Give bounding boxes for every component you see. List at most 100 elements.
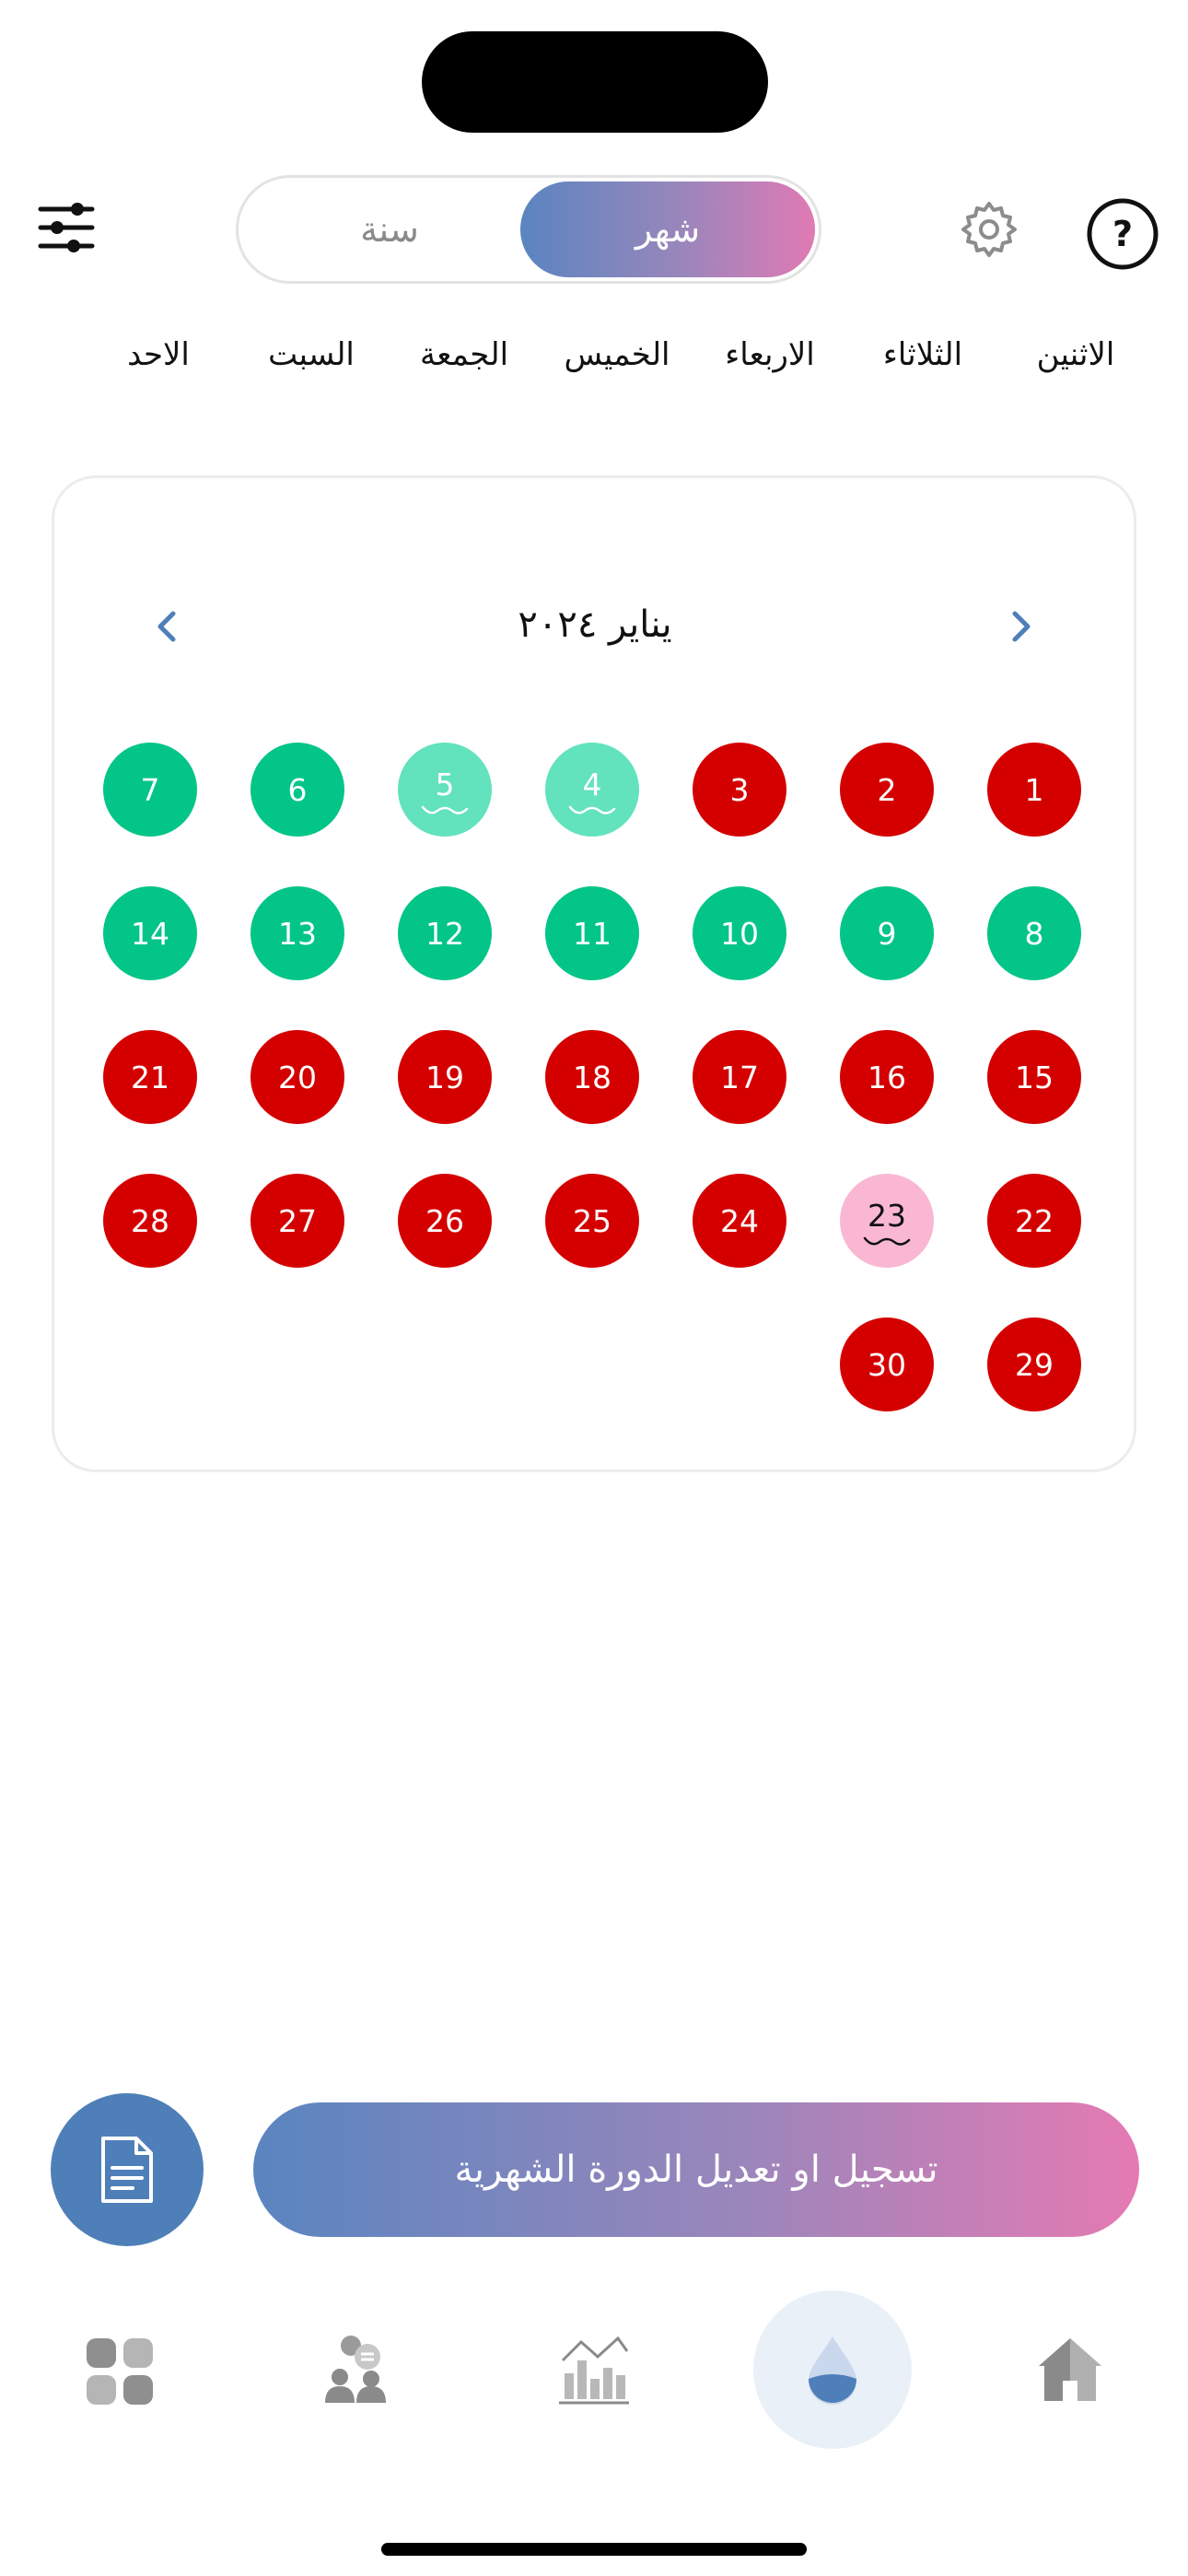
home-icon xyxy=(1039,2338,1101,2401)
calendar-day[interactable]: 17 xyxy=(693,1030,786,1124)
day-number: 13 xyxy=(278,915,317,952)
segment-year[interactable]: سنة xyxy=(242,181,537,277)
day-number: 23 xyxy=(868,1197,906,1234)
notes-button[interactable] xyxy=(51,2093,204,2246)
calendar-day[interactable]: 23 xyxy=(840,1174,934,1268)
calendar-day[interactable]: 6 xyxy=(250,743,344,837)
day-number: 27 xyxy=(278,1202,317,1239)
document-icon xyxy=(101,2137,153,2203)
day-number: 30 xyxy=(868,1346,906,1383)
day-number: 5 xyxy=(435,766,455,802)
day-number: 15 xyxy=(1015,1059,1054,1095)
period-toggle: سنة شهر xyxy=(236,175,821,284)
calendar-day[interactable]: 26 xyxy=(398,1174,492,1268)
calendar-day[interactable]: 28 xyxy=(103,1174,197,1268)
previous-month-button[interactable] xyxy=(140,599,195,654)
tab-statistics[interactable] xyxy=(555,2331,633,2408)
day-number: 25 xyxy=(573,1202,611,1239)
gear-icon xyxy=(961,202,1017,257)
calendar-day[interactable]: 30 xyxy=(840,1317,934,1411)
calendar-day[interactable]: 14 xyxy=(103,886,197,980)
day-number: 6 xyxy=(287,771,308,808)
weekday-label: الثلاثاء xyxy=(882,336,963,373)
tab-home[interactable] xyxy=(1031,2331,1109,2408)
home-indicator xyxy=(381,2543,807,2556)
question-circle-icon: ? xyxy=(1087,198,1159,270)
chevron-left-icon xyxy=(157,611,176,642)
calendar-day[interactable]: 5 xyxy=(398,743,492,837)
day-number: 24 xyxy=(720,1202,759,1239)
dynamic-island xyxy=(422,31,768,133)
day-number: 29 xyxy=(1015,1346,1054,1383)
weekday-label: الخميس xyxy=(564,336,670,373)
tab-cycle[interactable] xyxy=(753,2290,912,2449)
tab-community[interactable] xyxy=(318,2331,395,2408)
weekday-label: الجمعة xyxy=(419,336,509,373)
calendar-day[interactable]: 22 xyxy=(987,1174,1081,1268)
svg-text:?: ? xyxy=(1112,214,1133,254)
calendar-day[interactable]: 20 xyxy=(250,1030,344,1124)
calendar-day[interactable]: 3 xyxy=(693,743,786,837)
help-button[interactable]: ? xyxy=(1085,196,1160,272)
calendar-day[interactable]: 10 xyxy=(693,886,786,980)
calendar-day[interactable]: 4 xyxy=(545,743,639,837)
day-number: 11 xyxy=(573,915,611,952)
next-month-button[interactable] xyxy=(993,599,1048,654)
day-number: 3 xyxy=(729,771,750,808)
day-number: 16 xyxy=(868,1059,906,1095)
calendar-day[interactable]: 1 xyxy=(987,743,1081,837)
segment-month[interactable]: شهر xyxy=(520,181,815,277)
weekday-label: الاثنين xyxy=(1036,336,1115,373)
calendar-day[interactable]: 12 xyxy=(398,886,492,980)
month-title: يناير ٢٠٢٤ xyxy=(518,603,672,646)
filter-button[interactable] xyxy=(37,198,96,257)
calendar-day[interactable]: 24 xyxy=(693,1174,786,1268)
tab-more[interactable] xyxy=(81,2333,158,2410)
day-number: 14 xyxy=(131,915,169,952)
wave-icon xyxy=(863,1236,911,1246)
day-number: 28 xyxy=(131,1202,169,1239)
day-number: 19 xyxy=(425,1059,464,1095)
weekday-label: الاربعاء xyxy=(725,336,815,373)
day-number: 26 xyxy=(425,1202,464,1239)
day-number: 12 xyxy=(425,915,464,952)
day-number: 18 xyxy=(573,1059,611,1095)
log-period-button[interactable]: تسجيل او تعديل الدورة الشهرية xyxy=(253,2102,1139,2237)
day-number: 1 xyxy=(1024,771,1044,808)
day-number: 22 xyxy=(1015,1202,1054,1239)
sliders-icon xyxy=(38,203,95,252)
calendar-day[interactable]: 7 xyxy=(103,743,197,837)
day-number: 8 xyxy=(1024,915,1044,952)
calendar-day[interactable]: 2 xyxy=(840,743,934,837)
day-number: 2 xyxy=(877,771,897,808)
calendar-day[interactable]: 8 xyxy=(987,886,1081,980)
community-icon xyxy=(325,2336,386,2403)
calendar-day[interactable]: 27 xyxy=(250,1174,344,1268)
calendar-day[interactable]: 16 xyxy=(840,1030,934,1124)
drop-icon xyxy=(809,2336,856,2405)
calendar-day[interactable]: 18 xyxy=(545,1030,639,1124)
wave-icon xyxy=(421,805,469,814)
wave-icon xyxy=(568,805,616,814)
calendar-day[interactable]: 29 xyxy=(987,1317,1081,1411)
weekday-header: الاثنين الثلاثاء الاربعاء الخميس الجمعة … xyxy=(53,336,1149,392)
settings-button[interactable] xyxy=(958,198,1020,261)
day-number: 4 xyxy=(582,766,602,802)
calendar-day[interactable]: 11 xyxy=(545,886,639,980)
chevron-right-icon xyxy=(1012,611,1031,642)
weekday-label: السبت xyxy=(268,336,355,373)
weekday-label: الاحد xyxy=(127,336,190,373)
calendar-day[interactable]: 21 xyxy=(103,1030,197,1124)
day-number: 7 xyxy=(140,771,160,808)
day-number: 21 xyxy=(131,1059,169,1095)
stats-icon xyxy=(559,2336,629,2405)
day-number: 20 xyxy=(278,1059,317,1095)
calendar-day[interactable]: 15 xyxy=(987,1030,1081,1124)
calendar-day[interactable]: 19 xyxy=(398,1030,492,1124)
calendar-day[interactable]: 9 xyxy=(840,886,934,980)
calendar-day[interactable]: 25 xyxy=(545,1174,639,1268)
log-period-label: تسجيل او تعديل الدورة الشهرية xyxy=(454,2149,938,2191)
day-number: 17 xyxy=(720,1059,759,1095)
calendar-day[interactable]: 13 xyxy=(250,886,344,980)
grid-icon xyxy=(87,2338,153,2405)
